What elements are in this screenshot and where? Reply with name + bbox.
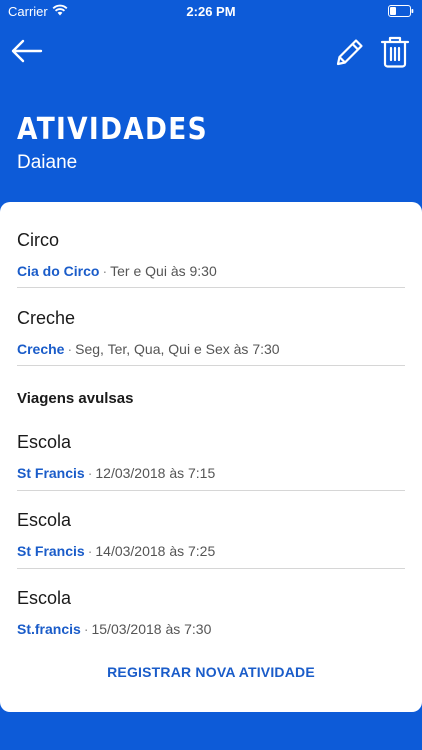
trip-item[interactable]: Escola St Francis · 14/03/2018 às 7:25: [0, 492, 422, 570]
trash-icon: [380, 36, 410, 68]
trip-place: St.francis: [17, 621, 81, 637]
divider: [17, 568, 405, 569]
separator-dot: ·: [87, 465, 93, 481]
register-new-activity-button[interactable]: REGISTRAR NOVA ATIVIDADE: [0, 664, 422, 680]
trip-title: Escola: [17, 432, 72, 452]
trip-meta: St Francis · 12/03/2018 às 7:15: [17, 465, 215, 481]
status-time: 2:26 PM: [186, 4, 236, 19]
pencil-icon: [336, 39, 363, 66]
trip-schedule: 12/03/2018 às 7:15: [95, 465, 216, 481]
edit-button[interactable]: [334, 36, 366, 68]
trip-schedule: 15/03/2018 às 7:30: [91, 621, 212, 637]
activity-title: Creche: [17, 308, 76, 328]
status-bar: Carrier 2:26 PM: [0, 0, 422, 24]
arrow-left-icon: [11, 39, 43, 63]
battery-icon: [388, 5, 414, 20]
activity-schedule: Ter e Qui às 9:30: [110, 263, 217, 279]
section-header-single-trips: Viagens avulsas: [17, 390, 134, 407]
activities-card: Circo Cia do Circo · Ter e Qui às 9:30 Cre…: [0, 202, 422, 712]
trip-item[interactable]: Escola St.francis · 15/03/2018 às 7:30: [0, 570, 422, 648]
activity-place: Cia do Circo: [17, 263, 100, 279]
activity-meta: Cia do Circo · Ter e Qui às 9:30: [17, 263, 217, 279]
delete-button[interactable]: [380, 35, 410, 69]
trip-title: Escola: [17, 588, 72, 608]
page-subtitle: Daiane: [17, 152, 78, 173]
trip-schedule: 14/03/2018 às 7:25: [95, 543, 216, 559]
activity-place: Creche: [17, 341, 65, 357]
page-title: ATIVIDADES: [17, 112, 208, 147]
activity-schedule: Seg, Ter, Qua, Qui e Sex às 7:30: [75, 341, 280, 357]
activity-item[interactable]: Creche Creche · Seg, Ter, Qua, Qui e Sex à…: [0, 288, 422, 366]
separator-dot: ·: [102, 263, 108, 279]
trip-title: Escola: [17, 510, 72, 530]
trip-meta: St.francis · 15/03/2018 às 7:30: [17, 621, 211, 637]
separator-dot: ·: [83, 621, 89, 637]
activity-meta: Creche · Seg, Ter, Qua, Qui e Sex às 7:30: [17, 341, 280, 357]
activity-title: Circo: [17, 230, 60, 250]
separator-dot: ·: [67, 341, 73, 357]
activity-item[interactable]: Circo Cia do Circo · Ter e Qui às 9:30: [0, 210, 422, 288]
trip-place: St Francis: [17, 543, 85, 559]
separator-dot: ·: [87, 543, 93, 559]
trip-meta: St Francis · 14/03/2018 às 7:25: [17, 543, 215, 559]
divider: [17, 365, 405, 366]
trip-place: St Francis: [17, 465, 85, 481]
trip-item[interactable]: Escola St Francis · 12/03/2018 às 7:15: [0, 414, 422, 492]
divider: [17, 490, 405, 491]
navigation-bar: [0, 24, 422, 84]
back-button[interactable]: [10, 36, 44, 66]
